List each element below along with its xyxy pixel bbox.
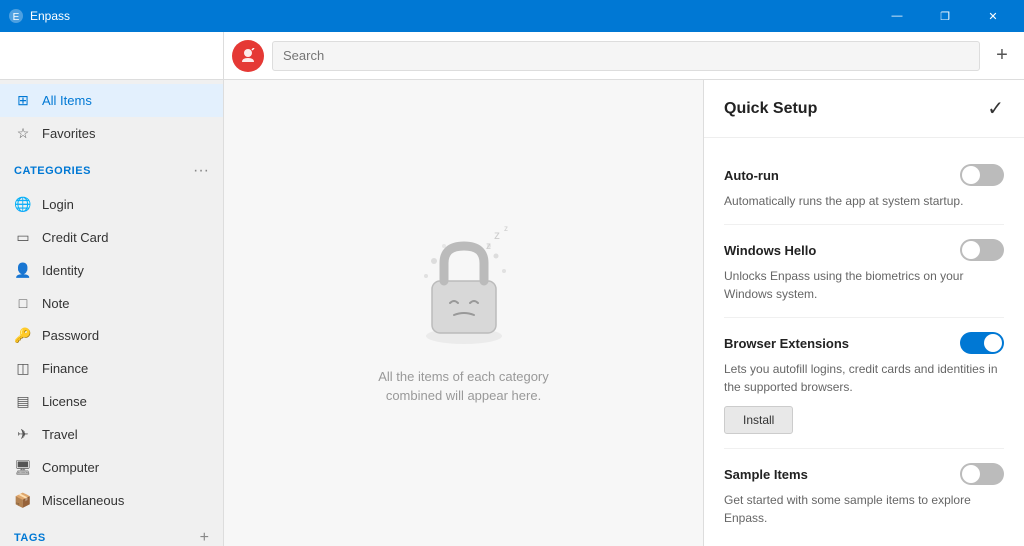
browser-extensions-slider — [960, 332, 1004, 354]
identity-icon: 👤 — [14, 262, 32, 279]
windows-hello-toggle[interactable] — [960, 239, 1004, 261]
credit-card-icon: ▭ — [14, 229, 32, 246]
favorites-icon: ☆ — [14, 125, 32, 142]
avatar-icon — [240, 48, 256, 64]
lock-illustration: z z z — [404, 221, 524, 351]
password-icon: 🔑 — [14, 327, 32, 344]
browser-extensions-desc: Lets you autofill logins, credit cards a… — [724, 360, 1004, 396]
svg-text:z: z — [504, 224, 508, 233]
computer-label: Computer — [42, 460, 99, 475]
sidebar: ⊞ All Items ☆ Favorites CATEGORIES ··· 🌐… — [0, 80, 224, 546]
license-label: License — [42, 394, 87, 409]
sample-items-slider — [960, 463, 1004, 485]
categories-more-button[interactable]: ··· — [193, 162, 209, 180]
sample-items-row: Sample Items Get started with some sampl… — [724, 449, 1004, 541]
finance-label: Finance — [42, 361, 88, 376]
items-panel: z z z All th — [224, 80, 704, 546]
auto-run-slider — [960, 164, 1004, 186]
note-label: Note — [42, 296, 69, 311]
all-items-label: All Items — [42, 93, 92, 108]
quick-setup-title: Quick Setup — [724, 100, 817, 118]
login-icon: 🌐 — [14, 196, 32, 213]
windows-hello-header: Windows Hello — [724, 239, 1004, 261]
maximize-button[interactable]: ❐ — [922, 0, 968, 32]
tags-add-button[interactable]: + — [200, 529, 209, 546]
titlebar-left: E Enpass — [8, 8, 70, 24]
sidebar-item-all-items[interactable]: ⊞ All Items — [0, 84, 223, 117]
miscellaneous-label: Miscellaneous — [42, 493, 124, 508]
license-icon: ▤ — [14, 393, 32, 410]
quick-setup-body: Auto-run Automatically runs the app at s… — [704, 138, 1024, 546]
minimize-button[interactable]: — — [874, 0, 920, 32]
quick-setup-confirm-button[interactable]: ✓ — [987, 96, 1004, 121]
sidebar-toolbar-spacer — [0, 32, 224, 80]
app-icon: E — [8, 8, 24, 24]
sidebar-item-note[interactable]: □ Note — [0, 287, 223, 319]
categories-section: 🌐 Login ▭ Credit Card 👤 Identity □ Note … — [0, 184, 223, 521]
identity-label: Identity — [42, 263, 84, 278]
auto-run-title: Auto-run — [724, 168, 779, 183]
app-title: Enpass — [30, 9, 70, 23]
note-icon: □ — [14, 295, 32, 311]
sidebar-item-computer[interactable]: 🖥 Computer — [0, 451, 223, 484]
sidebar-item-login[interactable]: 🌐 Login — [0, 188, 223, 221]
install-button[interactable]: Install — [724, 406, 793, 434]
sidebar-container: ⊞ All Items ☆ Favorites CATEGORIES ··· 🌐… — [0, 32, 224, 546]
sample-items-desc: Get started with some sample items to ex… — [724, 491, 1004, 527]
avatar[interactable] — [232, 40, 264, 72]
browser-extensions-toggle[interactable] — [960, 332, 1004, 354]
sidebar-item-credit-card[interactable]: ▭ Credit Card — [0, 221, 223, 254]
sidebar-item-license[interactable]: ▤ License — [0, 385, 223, 418]
travel-label: Travel — [42, 427, 78, 442]
empty-state: z z z All th — [364, 221, 564, 406]
add-item-button[interactable]: + — [988, 42, 1016, 70]
auto-run-desc: Automatically runs the app at system sta… — [724, 192, 1004, 210]
auto-run-header: Auto-run — [724, 164, 1004, 186]
sidebar-item-travel[interactable]: ✈ Travel — [0, 418, 223, 451]
sample-items-toggle[interactable] — [960, 463, 1004, 485]
main-toolbar: + — [224, 32, 1024, 80]
quick-setup-header: Quick Setup ✓ — [704, 80, 1024, 138]
window-controls: — ❐ ✕ — [874, 0, 1016, 32]
svg-text:E: E — [13, 12, 20, 23]
titlebar: E Enpass — ❐ ✕ — [0, 0, 1024, 32]
browser-extensions-row: Browser Extensions Lets you autofill log… — [724, 318, 1004, 449]
password-label: Password — [42, 328, 99, 343]
login-label: Login — [42, 197, 74, 212]
favorites-label: Favorites — [42, 126, 95, 141]
windows-hello-title: Windows Hello — [724, 243, 816, 258]
categories-label: CATEGORIES — [14, 165, 91, 177]
windows-hello-row: Windows Hello Unlocks Enpass using the b… — [724, 225, 1004, 318]
svg-text:z: z — [486, 241, 491, 252]
sample-items-header: Sample Items — [724, 463, 1004, 485]
close-button[interactable]: ✕ — [970, 0, 1016, 32]
search-input[interactable] — [272, 41, 980, 71]
quick-setup-panel: Quick Setup ✓ Auto-run Automatic — [704, 80, 1024, 546]
travel-icon: ✈ — [14, 426, 32, 443]
svg-text:z: z — [494, 228, 500, 242]
windows-hello-desc: Unlocks Enpass using the biometrics on y… — [724, 267, 1004, 303]
sidebar-item-finance[interactable]: ◫ Finance — [0, 352, 223, 385]
browser-extensions-header: Browser Extensions — [724, 332, 1004, 354]
sidebar-item-identity[interactable]: 👤 Identity — [0, 254, 223, 287]
all-items-icon: ⊞ — [14, 92, 32, 109]
auto-run-row: Auto-run Automatically runs the app at s… — [724, 150, 1004, 225]
miscellaneous-icon: 📦 — [14, 492, 32, 509]
computer-icon: 🖥 — [14, 459, 32, 476]
sidebar-item-miscellaneous[interactable]: 📦 Miscellaneous — [0, 484, 223, 517]
sample-items-title: Sample Items — [724, 467, 808, 482]
tags-section-header: TAGS + — [0, 521, 223, 546]
empty-state-text: All the items of each category combined … — [364, 367, 564, 406]
finance-icon: ◫ — [14, 360, 32, 377]
sidebar-main-section: ⊞ All Items ☆ Favorites — [0, 80, 223, 154]
browser-extensions-title: Browser Extensions — [724, 336, 849, 351]
categories-section-header: CATEGORIES ··· — [0, 154, 223, 184]
sidebar-item-favorites[interactable]: ☆ Favorites — [0, 117, 223, 150]
auto-run-toggle[interactable] — [960, 164, 1004, 186]
credit-card-label: Credit Card — [42, 230, 108, 245]
windows-hello-slider — [960, 239, 1004, 261]
sidebar-item-password[interactable]: 🔑 Password — [0, 319, 223, 352]
tags-label: TAGS — [14, 532, 46, 544]
app-body: ⊞ All Items ☆ Favorites CATEGORIES ··· 🌐… — [0, 32, 1024, 546]
